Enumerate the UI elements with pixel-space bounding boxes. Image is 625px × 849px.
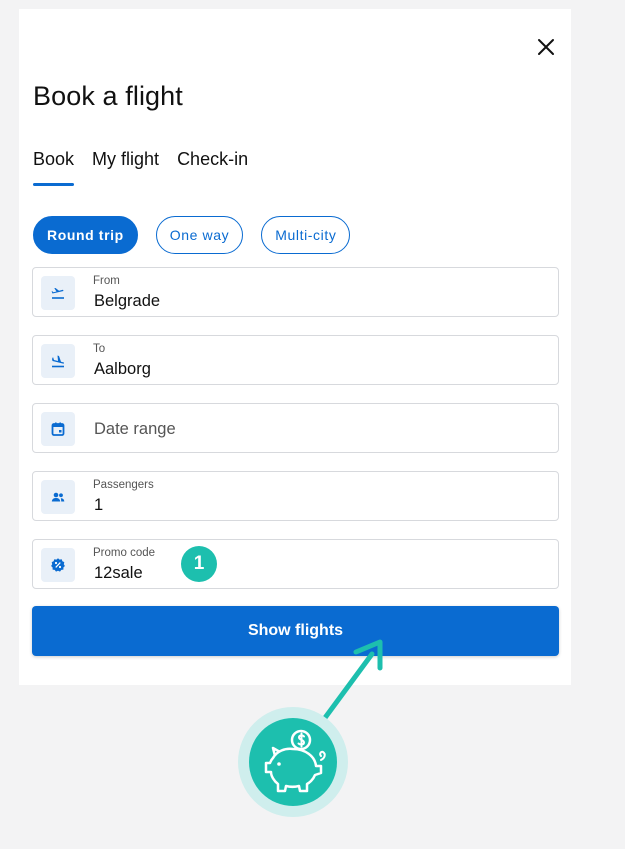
to-label: To <box>93 343 106 355</box>
piggy-bank-icon <box>249 718 337 806</box>
passengers-label: Passengers <box>93 479 154 491</box>
date-range-field[interactable]: Date range <box>32 403 559 453</box>
discount-icon <box>41 548 75 582</box>
one-way-button[interactable]: One way <box>155 216 244 254</box>
multi-city-button[interactable]: Multi-city <box>261 216 351 254</box>
show-flights-button[interactable]: Show flights <box>32 606 559 656</box>
booking-dialog: Book a flight Book My flight Check-in Ro… <box>19 9 571 685</box>
from-field[interactable]: From Belgrade <box>32 267 559 317</box>
tab-bar: Book My flight Check-in <box>33 149 266 186</box>
landing-icon <box>41 344 75 378</box>
promo-code-value: 12sale <box>94 564 143 582</box>
passengers-field[interactable]: Passengers 1 <box>32 471 559 521</box>
tab-my-flight[interactable]: My flight <box>92 149 159 186</box>
tab-check-in[interactable]: Check-in <box>177 149 248 186</box>
people-icon <box>41 480 75 514</box>
annotation-badge: 1 <box>181 546 217 582</box>
calendar-icon <box>41 412 75 446</box>
from-label: From <box>93 275 120 287</box>
date-range-placeholder: Date range <box>94 420 176 438</box>
to-field[interactable]: To Aalborg <box>32 335 559 385</box>
close-icon[interactable] <box>535 36 557 58</box>
round-trip-button[interactable]: Round trip <box>33 216 138 254</box>
takeoff-icon <box>41 276 75 310</box>
tab-book[interactable]: Book <box>33 149 75 186</box>
to-value: Aalborg <box>94 360 151 378</box>
page-title: Book a flight <box>33 81 183 111</box>
promo-code-label: Promo code <box>93 547 156 559</box>
passengers-value: 1 <box>94 496 104 514</box>
trip-type-selector: Round trip One way Multi-city <box>33 216 351 254</box>
promo-code-field[interactable]: Promo code 12sale 1 <box>32 539 559 589</box>
from-value: Belgrade <box>94 292 161 310</box>
